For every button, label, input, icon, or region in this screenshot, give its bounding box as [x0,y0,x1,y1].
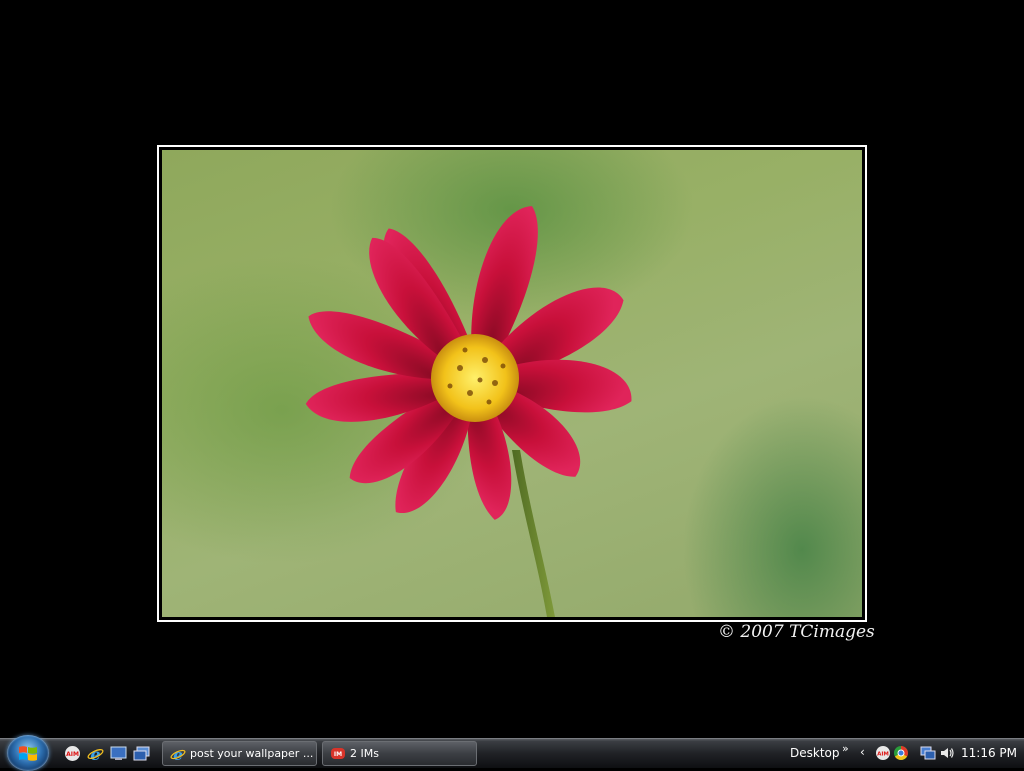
taskbar[interactable]: AIM e e post your wallpaper ... IM 2 IMs… [0,735,1024,771]
toolbar-chevron-icon[interactable]: » [842,742,849,755]
volume-icon[interactable] [939,745,955,761]
svg-text:IM: IM [334,751,342,758]
aim-tray-icon[interactable]: AIM [875,745,891,761]
start-button[interactable] [7,735,49,771]
taskbar-button-ims[interactable]: IM 2 IMs [322,741,477,766]
svg-text:AIM: AIM [877,752,889,758]
wallpaper-photo [162,150,862,617]
taskbar-button-label: 2 IMs [350,747,379,760]
chrome-like-icon[interactable] [893,745,909,761]
red-cosmos-flower-image [305,206,632,617]
internet-explorer-icon: e [170,746,186,762]
wallpaper-photo-frame [157,145,867,622]
watermark-signature: © 2007 TCimages [718,622,875,642]
switch-windows-icon[interactable] [133,745,150,762]
svg-text:e: e [173,746,183,762]
show-desktop-icon[interactable] [110,745,127,762]
desktop-toolbar-label[interactable]: Desktop [790,746,840,760]
taskbar-button-label: post your wallpaper ... [190,747,314,760]
svg-text:AIM: AIM [66,751,79,758]
aim-icon[interactable]: AIM [64,745,81,762]
aim-im-icon: IM [331,748,345,759]
svg-text:e: e [90,745,100,762]
internet-explorer-icon[interactable]: e [87,745,104,764]
system-clock[interactable]: 11:16 PM [961,746,1017,760]
network-icon[interactable] [920,745,936,761]
windows-logo-icon [19,746,37,761]
desktop[interactable]: © 2007 TCimages [0,0,1024,738]
tray-expand-icon[interactable]: ‹ [860,745,865,759]
taskbar-button-browser[interactable]: e post your wallpaper ... [162,741,317,766]
